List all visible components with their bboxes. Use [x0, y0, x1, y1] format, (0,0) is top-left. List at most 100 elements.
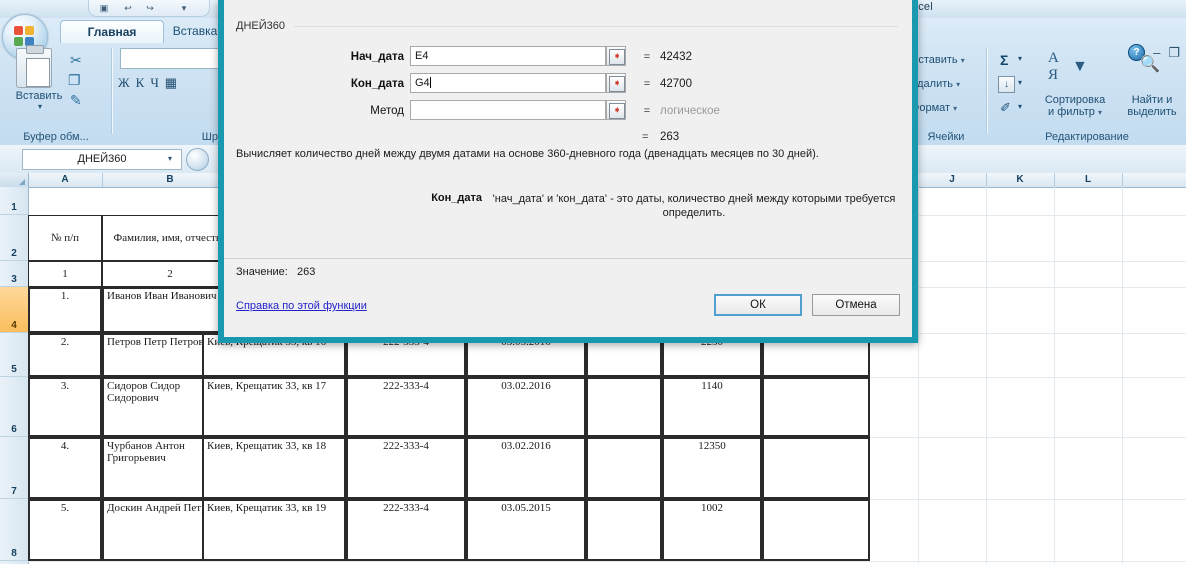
- autosum-caret-icon[interactable]: ▾: [1018, 54, 1022, 63]
- column-header-A[interactable]: A: [28, 173, 103, 187]
- paste-sheet-icon: [26, 58, 50, 87]
- fill-caret-icon[interactable]: ▾: [1018, 78, 1022, 87]
- table-header-num[interactable]: № п/п: [28, 215, 102, 261]
- row-header-6[interactable]: 6: [0, 377, 28, 437]
- arg-input-end-date[interactable]: G4: [410, 73, 606, 93]
- arg-input-method[interactable]: [410, 100, 606, 120]
- overall-result: 263: [660, 131, 680, 143]
- table-row[interactable]: 222-333-4: [346, 377, 466, 437]
- borders-icon[interactable]: ▦: [165, 75, 177, 91]
- column-header-J[interactable]: J: [918, 173, 987, 187]
- argument-row-end-date: Кон_дата G4 ➧ = 42700: [224, 73, 912, 99]
- find-select-icon[interactable]: 🔍: [1140, 54, 1160, 74]
- arg-result-method: логическое: [660, 105, 720, 117]
- row-header-4[interactable]: 4: [0, 287, 28, 333]
- ribbon-group-editing: Σ ▾ ↓ ▾ ✐ ▾ AЯ ▼ Сортировка и фильтр ▾ 🔍 …: [988, 42, 1186, 145]
- table-row[interactable]: 1002: [662, 499, 762, 561]
- paste-button-label[interactable]: Вставить: [8, 90, 70, 102]
- arg-input-start-date[interactable]: E4: [410, 46, 606, 66]
- table-colnum-1[interactable]: 1: [28, 261, 102, 287]
- range-selector-icon-end-date[interactable]: ➧: [606, 73, 626, 93]
- sort-filter-button[interactable]: Сортировка и фильтр ▾: [1038, 94, 1112, 119]
- row-header-2[interactable]: 2: [0, 215, 28, 261]
- table-row[interactable]: [586, 437, 662, 499]
- table-row[interactable]: [762, 437, 870, 499]
- table-row[interactable]: 12350: [662, 437, 762, 499]
- autosum-icon[interactable]: Σ: [1000, 52, 1008, 68]
- redo-icon[interactable]: ↪: [145, 3, 155, 13]
- value-result: 263: [297, 266, 316, 278]
- ok-button[interactable]: ОК: [714, 294, 802, 316]
- function-arguments-dialog: ДНЕЙ360 Нач_дата E4 ➧ = 42432 Кон_дата G…: [218, 0, 918, 343]
- arg-label-start-date: Нач_дата: [350, 51, 404, 63]
- sort-filter-icon[interactable]: AЯ: [1048, 50, 1059, 84]
- insert-function-icon[interactable]: [186, 148, 209, 171]
- name-box[interactable]: ДНЕЙ360: [22, 149, 182, 170]
- arg-input-end-date-text: G4: [415, 77, 430, 89]
- row-header-8[interactable]: 8: [0, 499, 28, 561]
- copy-icon[interactable]: ❐: [68, 72, 81, 89]
- table-row[interactable]: 2.: [28, 333, 102, 377]
- fill-icon[interactable]: ↓: [998, 76, 1015, 93]
- function-help-link[interactable]: Справка по этой функции: [236, 300, 367, 312]
- font-name-input[interactable]: [120, 48, 228, 69]
- table-row[interactable]: 222-333-4: [346, 499, 466, 561]
- table-row[interactable]: [586, 499, 662, 561]
- font-style-buttons: Ж К Ч ▦: [118, 72, 177, 94]
- quick-access-toolbar[interactable]: ▣ ↩ ↪ ▾: [88, 0, 210, 17]
- table-row[interactable]: Киев, Крещатик 33, кв 17: [202, 377, 346, 437]
- column-header-K[interactable]: K: [986, 173, 1055, 187]
- find-select-button[interactable]: Найти и выделить: [1120, 94, 1184, 118]
- clear-caret-icon[interactable]: ▾: [1018, 102, 1022, 111]
- clear-eraser-icon[interactable]: ✐: [998, 100, 1013, 115]
- column-header-M[interactable]: [1122, 173, 1186, 187]
- cells-delete-button[interactable]: Удалить ▾: [911, 78, 960, 90]
- cut-icon[interactable]: ✂: [70, 52, 82, 69]
- argument-row-method: Метод ➧ = логическое: [224, 100, 912, 126]
- table-row[interactable]: 03.02.2016: [466, 377, 586, 437]
- range-selector-icon-method[interactable]: ➧: [606, 100, 626, 120]
- dialog-function-name: ДНЕЙ360: [236, 20, 285, 32]
- table-row[interactable]: 03.05.2015: [466, 499, 586, 561]
- undo-icon[interactable]: ↩: [123, 3, 133, 13]
- paste-caret-icon[interactable]: ▾: [30, 102, 50, 111]
- clipboard-group-label: Буфер обм...: [23, 131, 89, 143]
- table-row[interactable]: [586, 377, 662, 437]
- underline-button[interactable]: Ч: [150, 75, 158, 91]
- row-header-3[interactable]: 3: [0, 261, 28, 287]
- overall-equals: =: [642, 131, 649, 143]
- row-header-7[interactable]: 7: [0, 437, 28, 499]
- table-row[interactable]: 3.: [28, 377, 102, 437]
- table-row[interactable]: 1140: [662, 377, 762, 437]
- arg-help-name: Кон_дата: [431, 192, 482, 204]
- row-header-5[interactable]: 5: [0, 333, 28, 377]
- italic-button[interactable]: К: [136, 75, 145, 91]
- arg-result-start-date: 42432: [660, 51, 692, 63]
- name-box-chevron-down-icon[interactable]: ▾: [168, 154, 172, 163]
- table-row[interactable]: 1.: [28, 287, 102, 333]
- arg-help-text: 'нач_дата' и 'кон_дата' - это даты, коли…: [492, 193, 896, 219]
- bold-button[interactable]: Ж: [118, 75, 130, 91]
- text-cursor: [429, 77, 431, 88]
- dialog-separator: [224, 258, 912, 259]
- arg-equals-start-date: =: [643, 51, 651, 63]
- format-painter-icon[interactable]: ✎: [70, 92, 82, 109]
- save-icon[interactable]: ▣: [99, 3, 109, 13]
- arg-equals-end-date: =: [643, 78, 651, 90]
- table-row[interactable]: Киев, Крещатик 33, кв 19: [202, 499, 346, 561]
- column-header-L[interactable]: L: [1054, 173, 1123, 187]
- table-row[interactable]: Киев, Крещатик 33, кв 18: [202, 437, 346, 499]
- cancel-button[interactable]: Отмена: [812, 294, 900, 316]
- cells-insert-button[interactable]: Вставить ▾: [911, 54, 965, 66]
- table-row[interactable]: 4.: [28, 437, 102, 499]
- select-all-corner[interactable]: [0, 173, 29, 187]
- table-row[interactable]: 03.02.2016: [466, 437, 586, 499]
- row-header-1[interactable]: 1: [0, 187, 28, 215]
- range-selector-icon-start-date[interactable]: ➧: [606, 46, 626, 66]
- filter-funnel-icon: ▼: [1072, 58, 1088, 75]
- table-row[interactable]: 5.: [28, 499, 102, 561]
- qat-customize-icon[interactable]: ▾: [179, 3, 189, 13]
- table-row[interactable]: [762, 499, 870, 561]
- table-row[interactable]: 222-333-4: [346, 437, 466, 499]
- table-row[interactable]: [762, 377, 870, 437]
